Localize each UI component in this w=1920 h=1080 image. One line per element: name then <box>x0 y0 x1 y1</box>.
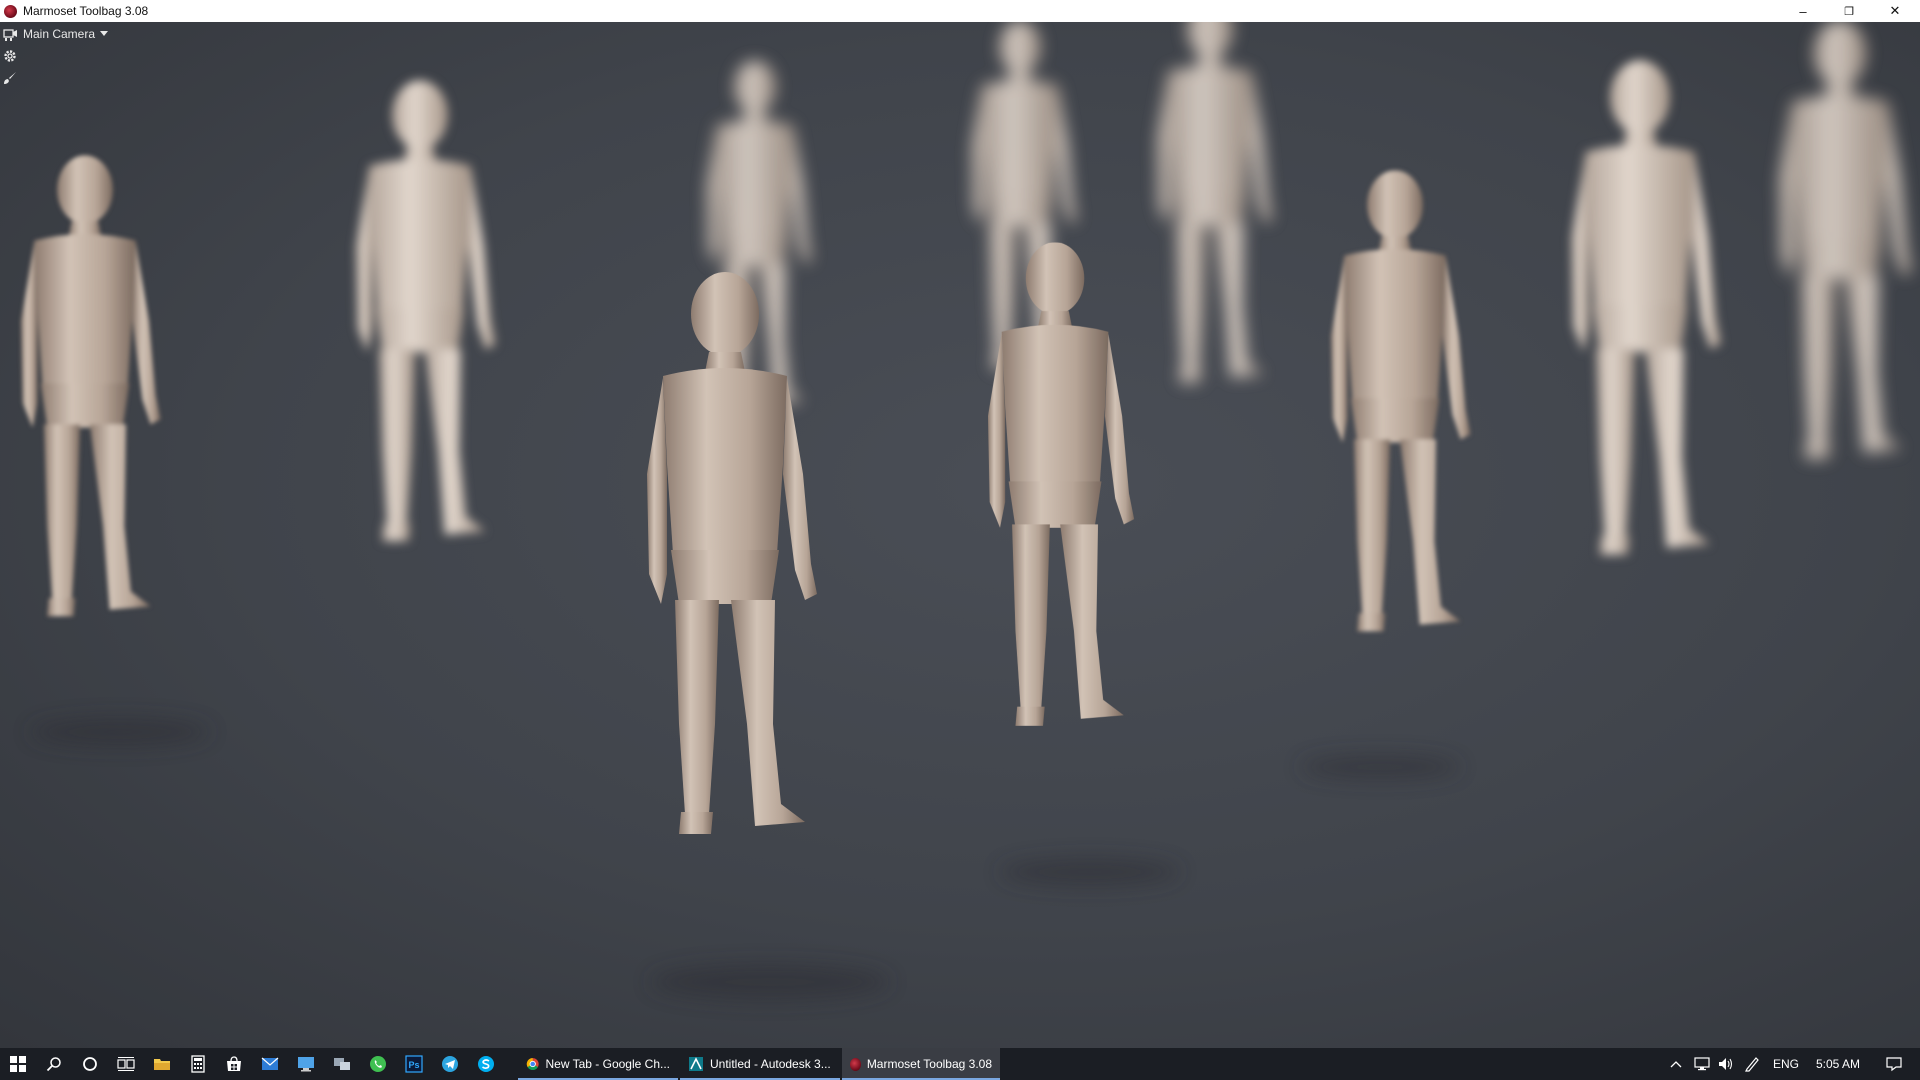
marmoset-icon <box>4 4 17 18</box>
file-explorer-icon <box>154 1059 170 1070</box>
photoshop-label: Ps <box>408 1060 419 1070</box>
store-icon <box>227 1056 241 1071</box>
speaker-icon <box>1719 1058 1733 1070</box>
minimize-button[interactable]: – <box>1780 0 1826 22</box>
mail-button[interactable] <box>252 1048 288 1080</box>
language-label: ENG <box>1772 1057 1799 1071</box>
action-center-button[interactable] <box>1876 1048 1912 1080</box>
chrome-icon <box>526 1058 539 1070</box>
camera-selector[interactable]: Main Camera <box>2 26 109 42</box>
network-status-icon <box>1694 1057 1710 1071</box>
clock-time: 5:05 AM <box>1815 1057 1861 1071</box>
telegram-button[interactable] <box>432 1048 468 1080</box>
mail-icon <box>261 1057 279 1070</box>
taskbar-task-marmoset[interactable]: Marmoset Toolbag 3.08 <box>842 1048 1000 1080</box>
task-view-button[interactable] <box>108 1048 144 1080</box>
3dsmax-icon <box>689 1057 703 1071</box>
windows-start-icon <box>10 1056 26 1072</box>
whatsapp-button[interactable] <box>360 1048 396 1080</box>
desktop-icon <box>298 1057 314 1072</box>
desktop-button[interactable] <box>288 1048 324 1080</box>
taskbar-task-3dsmax[interactable]: Untitled - Autodesk 3... <box>680 1048 840 1080</box>
camera-icon <box>3 29 17 41</box>
search-button[interactable] <box>36 1048 72 1080</box>
skype-icon <box>478 1056 494 1072</box>
gear-icon <box>4 50 16 62</box>
network-app-button[interactable] <box>324 1048 360 1080</box>
store-button[interactable] <box>216 1048 252 1080</box>
scene-render <box>21 22 1912 1000</box>
search-icon <box>46 1057 61 1072</box>
minimize-icon: – <box>1799 3 1807 19</box>
viewport-edit-button[interactable] <box>2 70 18 86</box>
task-view-icon <box>117 1057 135 1071</box>
camera-label: Main Camera <box>23 27 96 41</box>
skype-button[interactable] <box>468 1048 504 1080</box>
tray-network[interactable] <box>1690 1048 1714 1080</box>
calculator-icon <box>191 1055 205 1073</box>
cortana-icon <box>83 1057 97 1071</box>
calculator-button[interactable] <box>180 1048 216 1080</box>
notification-icon <box>1886 1057 1902 1072</box>
taskbar-task-label: New Tab - Google Ch... <box>545 1057 670 1071</box>
start-button[interactable] <box>0 1048 36 1080</box>
taskbar-task-label: Untitled - Autodesk 3... <box>710 1057 831 1071</box>
photoshop-icon: Ps <box>405 1055 423 1073</box>
3d-viewport[interactable]: Main Camera <box>0 22 1920 1048</box>
cortana-button[interactable] <box>72 1048 108 1080</box>
viewport-toolbar: Main Camera <box>0 22 140 122</box>
marmoset-icon <box>850 1057 861 1071</box>
taskbar-task-chrome[interactable]: New Tab - Google Ch... <box>518 1048 678 1080</box>
caret-down-icon <box>100 31 109 36</box>
chevron-up-icon <box>1670 1061 1682 1068</box>
windows-taskbar: Ps New Tab - Google Ch... Untitled - Aut… <box>0 1048 1920 1080</box>
file-explorer-button[interactable] <box>144 1048 180 1080</box>
window-titlebar[interactable]: Marmoset Toolbag 3.08 – ❐ ✕ <box>0 0 1920 22</box>
clock[interactable]: 5:05 AM <box>1808 1048 1868 1080</box>
whatsapp-icon <box>370 1056 386 1072</box>
restore-button[interactable]: ❐ <box>1826 0 1872 22</box>
tray-volume[interactable] <box>1714 1048 1738 1080</box>
tray-pen[interactable] <box>1740 1048 1764 1080</box>
pen-icon <box>1745 1057 1759 1072</box>
language-indicator[interactable]: ENG <box>1768 1048 1804 1080</box>
window-title: Marmoset Toolbag 3.08 <box>23 4 149 18</box>
taskbar-task-label: Marmoset Toolbag 3.08 <box>866 1057 992 1071</box>
close-icon: ✕ <box>1889 3 1901 18</box>
network-icon <box>334 1058 350 1070</box>
show-hidden-icons-button[interactable] <box>1664 1048 1688 1080</box>
telegram-icon <box>442 1056 458 1072</box>
photoshop-button[interactable]: Ps <box>396 1048 432 1080</box>
close-button[interactable]: ✕ <box>1872 0 1918 22</box>
brush-icon <box>4 72 16 84</box>
viewport-settings-button[interactable] <box>2 48 18 64</box>
restore-icon: ❐ <box>1844 5 1854 18</box>
